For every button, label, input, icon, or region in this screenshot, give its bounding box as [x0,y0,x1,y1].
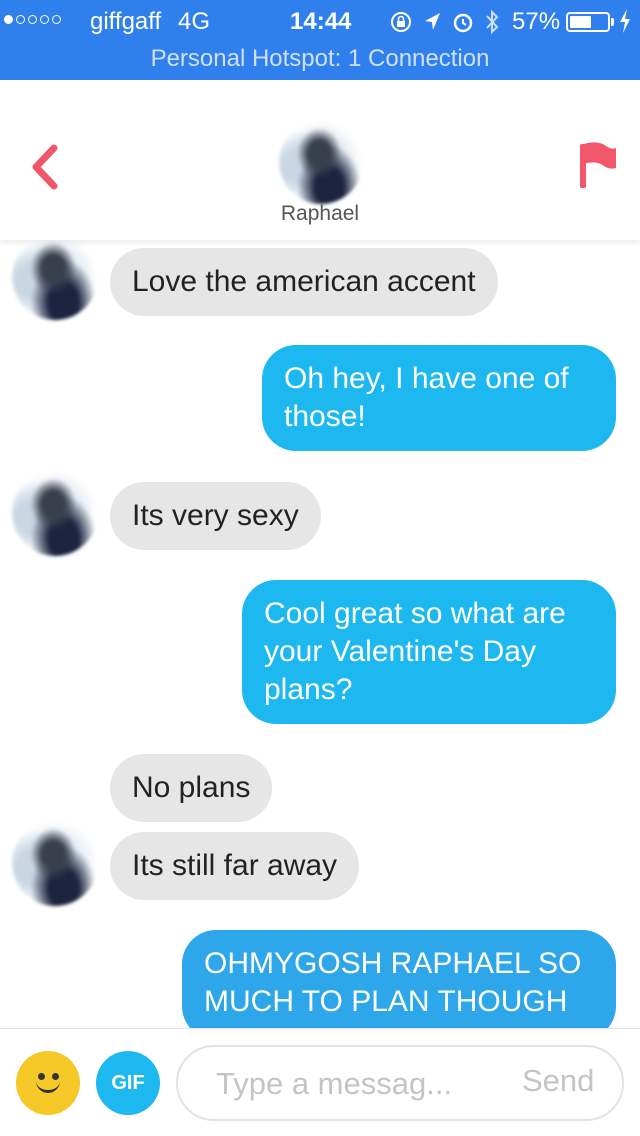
back-button[interactable] [26,142,66,192]
message-bubble-outgoing: Cool great so what are your Valentine's … [242,580,616,724]
clock: 14:44 [290,8,352,35]
status-bar: giffgaff 4G 14:44 57% [0,0,640,40]
bluetooth-icon [486,9,499,35]
message-list[interactable]: Love the american accent Oh hey, I have … [0,240,640,1028]
message-input[interactable] [216,1061,506,1107]
chevron-left-icon [32,144,58,190]
message-field[interactable]: Send [176,1045,624,1121]
message-avatar[interactable] [12,820,98,906]
composer-bar: GIF Send [0,1028,640,1136]
battery-tip [611,18,614,26]
charging-bolt-icon [620,9,630,33]
chat-screen: giffgaff 4G 14:44 57% Personal Hotspot: … [0,0,640,1136]
battery-icon [566,12,610,32]
rotation-lock-icon [391,12,411,32]
contact-name[interactable]: Raphael [0,202,640,226]
carrier-name: giffgaff [90,8,162,35]
smiley-icon [16,1051,80,1115]
send-button[interactable]: Send [522,1063,594,1099]
message-bubble-outgoing: OHMYGOSH RAPHAEL SO MUCH TO PLAN THOUGH [182,930,616,1028]
message-avatar[interactable] [12,240,98,320]
message-avatar[interactable] [12,470,98,556]
report-button[interactable] [572,140,620,190]
message-bubble-incoming: Its very sexy [110,482,321,550]
chat-header: Raphael [0,80,640,240]
contact-avatar[interactable] [279,120,363,204]
status-icons [390,9,500,35]
flag-icon [580,142,616,188]
hotspot-banner[interactable]: Personal Hotspot: 1 Connection [0,40,640,80]
battery-percent: 57% [512,8,561,35]
message-bubble-incoming: Its still far away [110,832,360,900]
gif-button[interactable]: GIF [96,1051,160,1115]
message-bubble-incoming: No plans [110,754,273,822]
message-bubble-outgoing: Oh hey, I have one of those! [262,345,616,451]
signal-strength-icon [4,15,61,24]
emoji-button[interactable] [16,1051,80,1115]
location-icon [425,13,440,30]
message-bubble-incoming: Love the american accent [110,248,498,316]
network-type: 4G [178,8,211,35]
alarm-icon [453,13,473,33]
